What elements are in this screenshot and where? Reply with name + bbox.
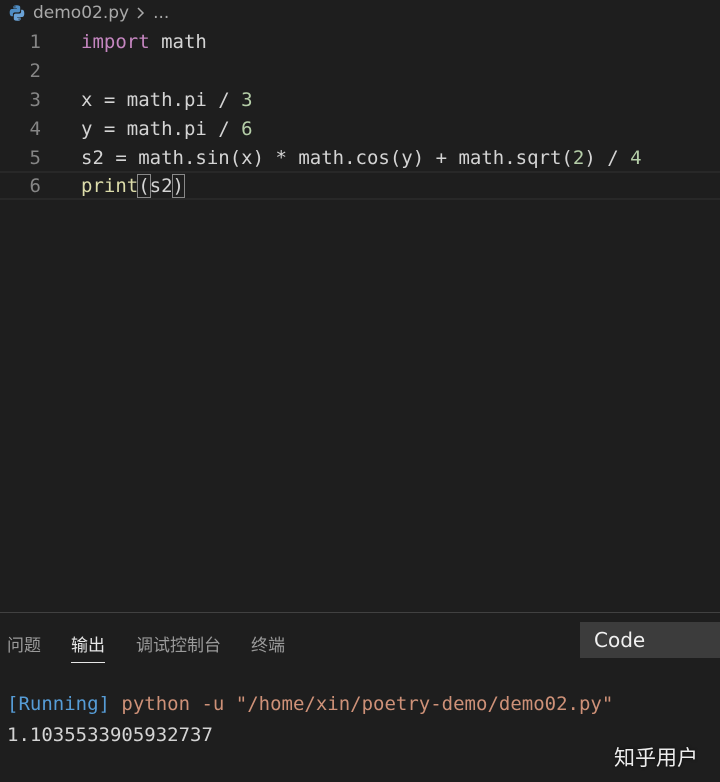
tab-output[interactable]: 输出: [71, 631, 105, 663]
breadcrumb: demo02.py ...: [0, 0, 720, 26]
line-number: 5: [29, 146, 41, 169]
output-pane[interactable]: [Running] python -u "/home/xin/poetry-de…: [0, 669, 720, 782]
breadcrumb-file[interactable]: demo02.py: [33, 3, 129, 23]
code-text: s2 = math.sin(x) * math.cos(y) + math.sq…: [81, 146, 642, 169]
run-command: python -u "/home/xin/poetry-demo/demo02.…: [109, 693, 614, 715]
code-line: 5 s2 = math.sin(x) * math.cos(y) + math.…: [0, 143, 720, 172]
output-line: [Running] python -u "/home/xin/poetry-de…: [7, 693, 613, 715]
line-number: 2: [29, 59, 41, 82]
code-text: import math: [81, 30, 207, 53]
tab-problems[interactable]: 问题: [7, 631, 41, 657]
code-line-current: 6 print(s2): [0, 171, 720, 200]
tab-terminal[interactable]: 终端: [251, 631, 285, 657]
bracket-match: (: [137, 173, 151, 198]
output-result: 1.1035533905932737: [7, 724, 213, 746]
code-text: y = math.pi / 6: [81, 117, 253, 140]
watermark: 知乎用户: [614, 746, 698, 770]
code-line: 2: [0, 56, 720, 85]
line-number: 1: [29, 30, 41, 53]
code-text: x = math.pi / 3: [81, 88, 253, 111]
line-number: 3: [29, 88, 41, 111]
code-text: print(s2): [81, 173, 186, 198]
running-tag: [Running]: [7, 693, 110, 715]
python-icon: [9, 5, 25, 21]
bracket-match: ): [171, 173, 186, 198]
chevron-right-icon: [137, 7, 145, 19]
output-channel-select[interactable]: Code: [580, 622, 720, 658]
tab-debug-console[interactable]: 调试控制台: [136, 631, 221, 657]
line-number: 6: [29, 174, 41, 197]
code-line: 1 import math: [0, 27, 720, 56]
line-number: 4: [29, 117, 41, 140]
vscode-window: demo02.py ... 1 import math 2 3 x = math…: [0, 0, 720, 782]
code-line: 4 y = math.pi / 6: [0, 114, 720, 143]
breadcrumb-more[interactable]: ...: [153, 3, 169, 23]
code-line: 3 x = math.pi / 3: [0, 85, 720, 114]
code-editor[interactable]: 1 import math 2 3 x = math.pi / 3 4 y = …: [0, 26, 720, 612]
